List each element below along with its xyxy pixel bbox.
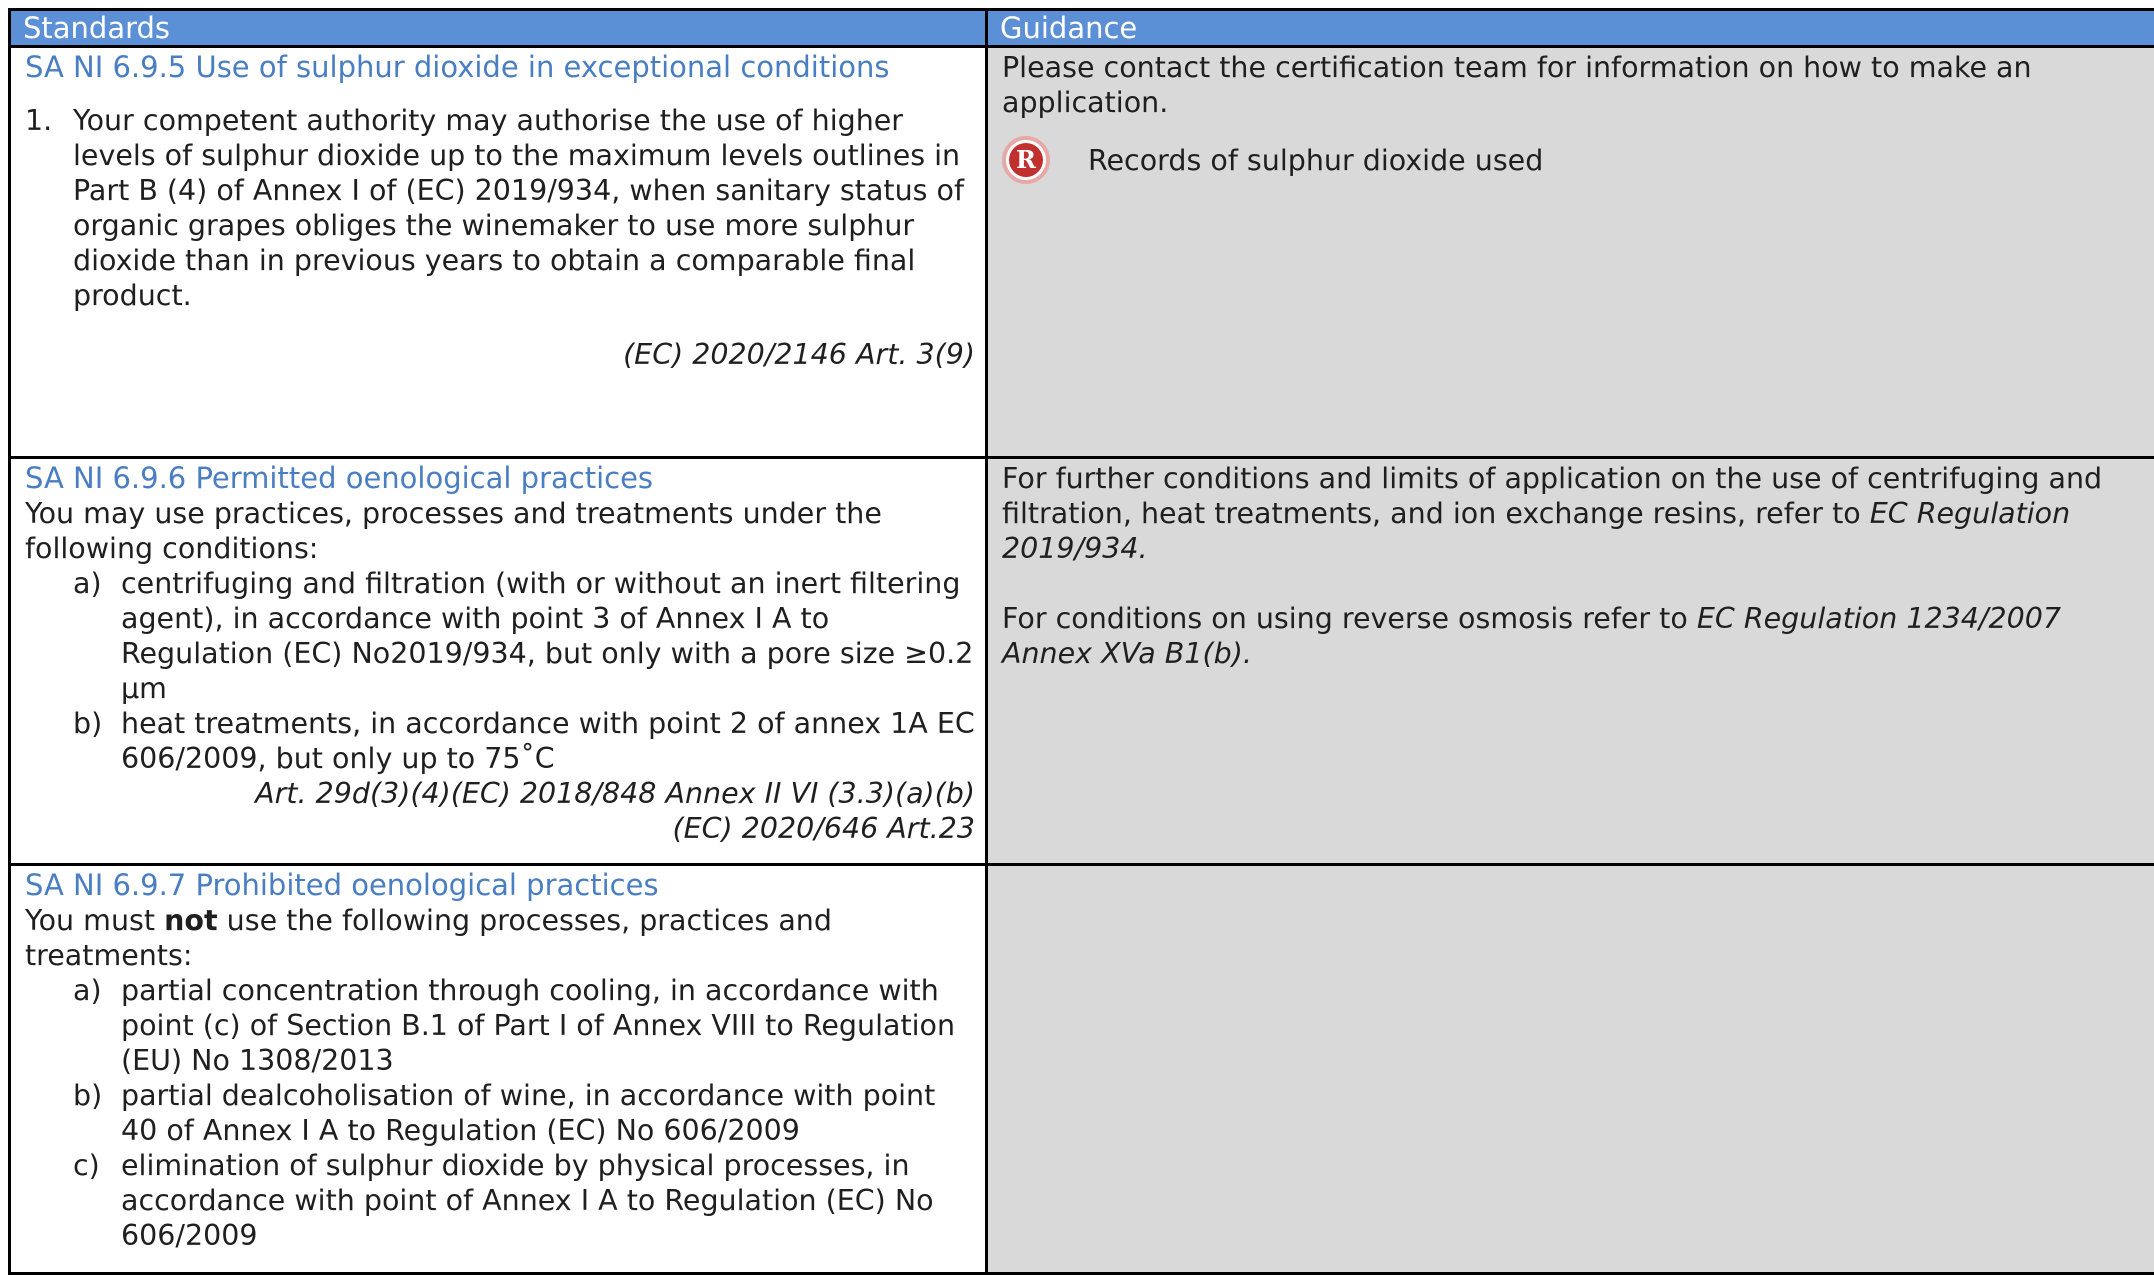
list-item: a) partial concentration through cooling…	[73, 973, 975, 1078]
standards-guidance-table: Standards Guidance SA NI 6.9.5 Use of su…	[8, 8, 2154, 1275]
list-marker: b)	[73, 1078, 121, 1148]
table-row: SA NI 6.9.7 Prohibited oenological pract…	[10, 865, 2154, 1274]
guidance-text: For conditions on using reverse osmosis …	[1002, 601, 2144, 671]
regulation-reference: (EC) 2020/646 Art.23	[25, 811, 975, 846]
standard-cell: SA NI 6.9.6 Permitted oenological practi…	[10, 458, 987, 865]
guidance-cell	[987, 865, 2154, 1274]
record-icon: R	[1002, 136, 1050, 184]
guidance-column-header: Guidance	[987, 10, 2154, 47]
standard-cell: SA NI 6.9.7 Prohibited oenological pract…	[10, 865, 987, 1274]
record-requirement: R Records of sulphur dioxide used	[1002, 136, 2144, 184]
guidance-text: Please contact the certification team fo…	[1002, 50, 2144, 120]
standard-cell: SA NI 6.9.5 Use of sulphur dioxide in ex…	[10, 47, 987, 458]
record-text: Records of sulphur dioxide used	[1088, 143, 1543, 178]
list-item-text: centrifuging and filtration (with or wit…	[121, 566, 975, 706]
regulation-reference: Art. 29d(3)(4)(EC) 2018/848 Annex II VI …	[25, 776, 975, 811]
list-marker: c)	[73, 1148, 121, 1253]
standards-column-header: Standards	[10, 10, 987, 47]
list-item-text: elimination of sulphur dioxide by physic…	[121, 1148, 975, 1253]
list-item-text: partial concentration through cooling, i…	[121, 973, 975, 1078]
list-item-text: heat treatments, in accordance with poin…	[121, 706, 975, 776]
list-marker: a)	[73, 566, 121, 706]
list-marker: 1.	[25, 103, 73, 313]
lettered-list: a) partial concentration through cooling…	[25, 973, 975, 1253]
table-row: SA NI 6.9.6 Permitted oenological practi…	[10, 458, 2154, 865]
table-row: SA NI 6.9.5 Use of sulphur dioxide in ex…	[10, 47, 2154, 458]
standard-title: SA NI 6.9.5 Use of sulphur dioxide in ex…	[25, 50, 975, 85]
guidance-text: For further conditions and limits of app…	[1002, 461, 2144, 566]
guidance-cell: For further conditions and limits of app…	[987, 458, 2154, 865]
list-item-text: partial dealcoholisation of wine, in acc…	[121, 1078, 975, 1148]
guidance-cell: Please contact the certification team fo…	[987, 47, 2154, 458]
numbered-list: 1. Your competent authority may authoris…	[25, 103, 975, 313]
list-item: c) elimination of sulphur dioxide by phy…	[73, 1148, 975, 1253]
list-item: a) centrifuging and filtration (with or …	[73, 566, 975, 706]
list-item: 1. Your competent authority may authoris…	[25, 103, 975, 313]
list-marker: b)	[73, 706, 121, 776]
standard-title: SA NI 6.9.6 Permitted oenological practi…	[25, 461, 975, 496]
standard-intro: You must not use the following processes…	[25, 903, 975, 973]
list-item-text: Your competent authority may authorise t…	[73, 103, 975, 313]
table-header-row: Standards Guidance	[10, 10, 2154, 47]
list-marker: a)	[73, 973, 121, 1078]
list-item: b) partial dealcoholisation of wine, in …	[73, 1078, 975, 1148]
standard-title: SA NI 6.9.7 Prohibited oenological pract…	[25, 868, 975, 903]
regulation-reference: (EC) 2020/2146 Art. 3(9)	[25, 337, 975, 372]
list-item: b) heat treatments, in accordance with p…	[73, 706, 975, 776]
lettered-list: a) centrifuging and filtration (with or …	[25, 566, 975, 776]
standard-intro: You may use practices, processes and tre…	[25, 496, 975, 566]
